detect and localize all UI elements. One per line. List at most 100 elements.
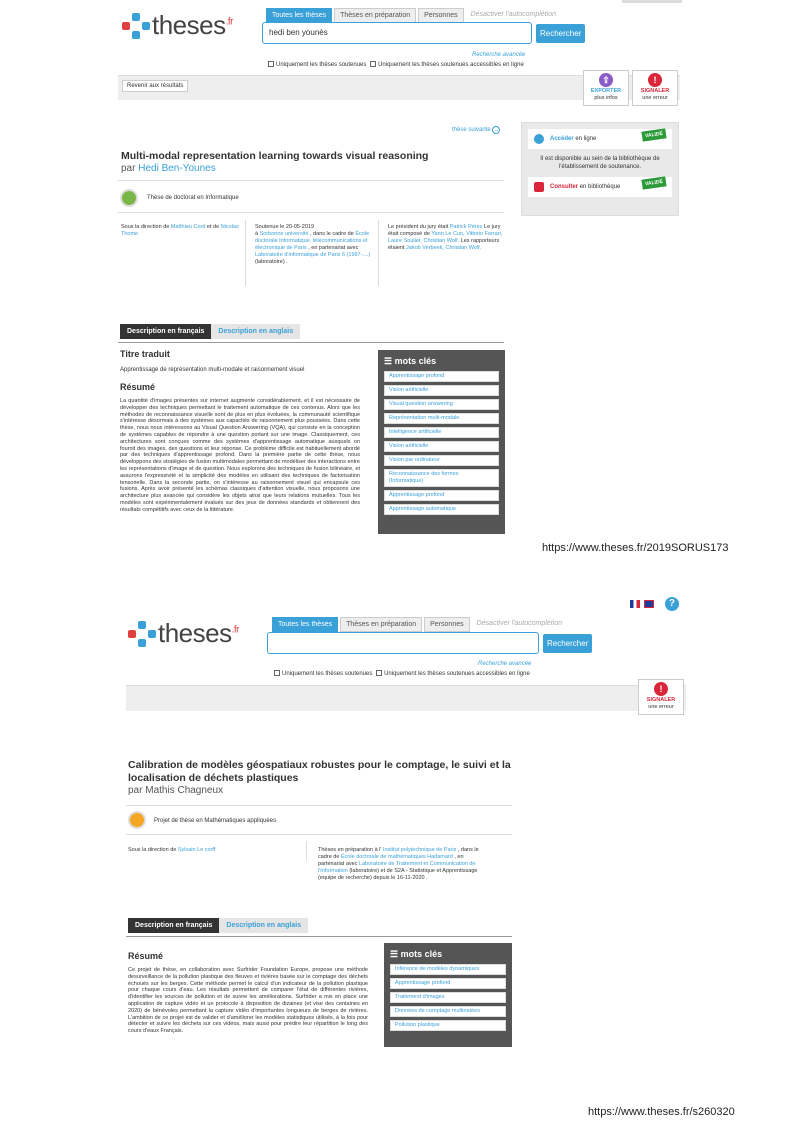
- keyword-item[interactable]: Apprentissage profond: [390, 978, 506, 989]
- access-panel: Accéder en ligne VALIDÉ Il est disponibl…: [521, 122, 679, 216]
- search-button[interactable]: Rechercher: [536, 24, 586, 43]
- tab-description-fr[interactable]: Description en français: [120, 324, 212, 339]
- direction-text: Sous la direction de: [121, 224, 170, 230]
- keyword-item[interactable]: Vision artificielle: [384, 441, 499, 452]
- export-icon: ⇪: [599, 73, 613, 87]
- report-error-button[interactable]: ! SIGNALER une erreur: [632, 70, 678, 106]
- checkbox-defended-label: Uniquement les thèses soutenues: [282, 671, 373, 677]
- checkbox-defended[interactable]: [268, 61, 274, 68]
- checkbox-online[interactable]: [370, 61, 377, 68]
- back-to-results-button[interactable]: Revenir aux résultats: [122, 80, 189, 92]
- keywords-title-text: mots clés: [400, 949, 443, 959]
- rapporteurs-link[interactable]: Jakob Verbeek, Christian Wolf.: [406, 245, 481, 251]
- tab-people[interactable]: Personnes: [418, 8, 464, 23]
- tab-people[interactable]: Personnes: [424, 617, 470, 632]
- university-link[interactable]: Sorbonne université: [260, 231, 309, 237]
- keyword-item[interactable]: Données de comptage multinatées: [390, 1006, 506, 1017]
- thesis-author: par Hedi Ben-Younes: [121, 163, 216, 174]
- search-input[interactable]: [267, 632, 539, 654]
- checkbox-online-label: Uniquement les thèses soutenues accessib…: [384, 671, 530, 677]
- library-access-row[interactable]: Consulter en bibliothèque VALIDÉ: [528, 176, 672, 197]
- consult-library-rest: en bibliothèque: [579, 184, 621, 190]
- checkbox-defended[interactable]: [274, 670, 280, 677]
- keyword-item[interactable]: Apprentissage profond: [384, 490, 499, 501]
- thesis-title: Multi-modal representation learning towa…: [121, 150, 429, 162]
- tab-all-theses[interactable]: Toutes les thèses: [272, 617, 339, 632]
- thesis-author: par Mathis Chagneux: [128, 785, 223, 796]
- laboratory-link[interactable]: Laboratoire d'informatique de Paris 6 (1…: [255, 252, 370, 258]
- search-button[interactable]: Rechercher: [543, 634, 593, 653]
- description-tabs: Description en français Description en a…: [128, 918, 309, 933]
- checkbox-online-label: Uniquement les thèses soutenues accessib…: [378, 62, 524, 68]
- export-button[interactable]: ⇪ EXPORTER plus infos: [583, 70, 629, 106]
- keywords-panel: ☰ mots clés Apprentissage profond Vision…: [378, 350, 505, 534]
- director-link[interactable]: Matthieu Cord: [171, 224, 206, 230]
- book-icon: [534, 182, 544, 192]
- globe-icon: [534, 134, 544, 144]
- list-icon: ☰: [390, 949, 399, 959]
- jury-president-link[interactable]: Patrick Pérez: [450, 224, 483, 230]
- partnership-text: , en partenariat avec: [308, 245, 359, 251]
- keywords-title-text: mots clés: [394, 356, 437, 366]
- director-link[interactable]: Sylvain Le corff: [178, 847, 216, 853]
- column-separator: [306, 841, 307, 861]
- keyword-item[interactable]: Pollution plastique: [390, 1020, 506, 1031]
- author-prefix: par: [128, 785, 143, 796]
- description-tabs: Description en français Description en a…: [120, 324, 301, 339]
- page1: theses.fr Toutes les thèses Thèses en pr…: [0, 0, 800, 560]
- tab-description-en[interactable]: Description en anglais: [211, 324, 301, 339]
- abstract-text: La quantité d'images présentes sur inter…: [120, 398, 360, 513]
- keyword-item[interactable]: Apprentissage automatique: [384, 504, 499, 515]
- doctoral-school-link[interactable]: École doctorale de mathématiques Hadamar…: [341, 854, 453, 860]
- search-input[interactable]: hedi ben younès: [262, 22, 532, 44]
- tab-in-progress[interactable]: Thèses en préparation: [334, 8, 417, 23]
- advanced-search-link[interactable]: Recherche avancée: [472, 51, 525, 59]
- search-tabs: Toutes les thèses Thèses en préparation …: [272, 617, 567, 632]
- column-separator: [378, 220, 379, 286]
- alert-icon: !: [648, 73, 662, 87]
- preparation-text: Thèses en préparation à l': [318, 847, 382, 853]
- autocomplete-toggle[interactable]: Désactiver l'autocomplétion: [472, 617, 567, 632]
- keyword-item[interactable]: Intelligence artificielle: [384, 427, 499, 438]
- column-separator: [245, 220, 246, 286]
- tab-description-fr[interactable]: Description en français: [128, 918, 220, 933]
- lab-suffix: (laboratoire) .: [255, 259, 288, 265]
- flag-fr-icon[interactable]: [630, 600, 640, 608]
- keyword-item[interactable]: Apprentissage profond: [384, 371, 499, 382]
- keyword-item[interactable]: Vision artificielle: [384, 385, 499, 396]
- thesis-type-icon: [128, 811, 146, 829]
- autocomplete-toggle[interactable]: Désactiver l'autocomplétion: [466, 8, 561, 23]
- help-icon[interactable]: ?: [664, 596, 679, 611]
- keyword-item[interactable]: Visual question answering: [384, 399, 499, 410]
- consult-library-link[interactable]: Consulter: [550, 184, 578, 190]
- site-logo[interactable]: theses.fr: [128, 618, 240, 649]
- filter-options: Uniquement les thèses soutenues Uniqueme…: [268, 61, 524, 69]
- defense-at: à: [255, 231, 259, 237]
- search-tabs: Toutes les thèses Thèses en préparation …: [266, 8, 561, 23]
- tab-description-en[interactable]: Description en anglais: [219, 918, 309, 933]
- keyword-item[interactable]: Vision par ordinateur: [384, 455, 499, 466]
- jury-column: Le président du jury était Patrick Pérez…: [388, 224, 504, 252]
- author-link[interactable]: Hedi Ben-Younes: [138, 163, 215, 174]
- next-thesis-link[interactable]: thèse suivante →: [452, 126, 501, 134]
- arrow-right-icon: →: [492, 126, 501, 134]
- divider: [118, 180, 504, 181]
- institute-link[interactable]: Institut polytechnique de Paris: [383, 847, 456, 853]
- direction-column: Sous la direction de Sylvain Le corff: [128, 847, 298, 854]
- checkbox-online[interactable]: [376, 670, 383, 677]
- tab-in-progress[interactable]: Thèses en préparation: [340, 617, 423, 632]
- keyword-item[interactable]: Reconnaissance des formes (Informatique): [384, 469, 499, 487]
- thesis-title: Calibration de modèles géospatiaux robus…: [128, 759, 511, 784]
- site-logo[interactable]: theses.fr: [122, 10, 234, 41]
- logo-text: theses.fr: [152, 10, 234, 40]
- jury-president-label: Le président du jury était: [388, 224, 449, 230]
- keyword-item[interactable]: Traitement d'images: [390, 992, 506, 1003]
- access-online-link[interactable]: Accéder: [550, 136, 574, 142]
- keyword-item[interactable]: Inférence de modèles dynamiques: [390, 964, 506, 975]
- report-error-button[interactable]: ! SIGNALER une erreur: [638, 679, 684, 715]
- flag-uk-icon[interactable]: [644, 600, 655, 608]
- advanced-search-link[interactable]: Recherche avancée: [478, 660, 531, 668]
- keyword-item[interactable]: Représentation multi-modale: [384, 413, 499, 424]
- online-access-row[interactable]: Accéder en ligne VALIDÉ: [528, 128, 672, 149]
- tab-all-theses[interactable]: Toutes les thèses: [266, 8, 333, 23]
